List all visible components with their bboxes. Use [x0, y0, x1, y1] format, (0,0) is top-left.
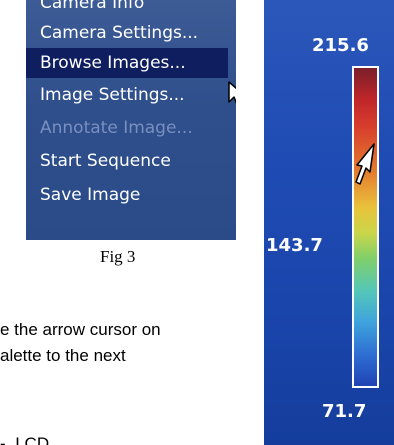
color-palette-bar[interactable]: [352, 66, 379, 388]
document-page: Camera Info Camera Settings... Browse Im…: [0, 0, 394, 445]
palette-screenshot: 215.6 143.7 71.7: [264, 0, 394, 445]
menu-item-camera-settings[interactable]: Camera Settings...: [26, 18, 236, 48]
figure-caption: Fig 3: [100, 247, 136, 266]
menu-item-save-image[interactable]: Save Image: [26, 180, 236, 210]
body-text-line: -. I CD: [0, 434, 50, 445]
arrow-cursor-icon: [355, 143, 375, 185]
menu-item-start-sequence[interactable]: Start Sequence: [26, 146, 236, 176]
palette-mid-label: 143.7: [266, 235, 323, 256]
body-text-line: e the arrow cursor on: [0, 320, 161, 339]
palette-max-label: 215.6: [312, 35, 369, 56]
body-text-line: alette to the next: [0, 346, 126, 365]
menu-item-camera-info[interactable]: Camera Info: [26, 0, 236, 18]
arrow-cursor-icon: [228, 81, 236, 105]
camera-menu-screenshot: Camera Info Camera Settings... Browse Im…: [26, 0, 236, 240]
menu-item-annotate-image: Annotate Image...: [40, 118, 193, 138]
menu-item-browse-images[interactable]: Browse Images...: [26, 48, 228, 78]
menu-item-image-settings[interactable]: Image Settings...: [26, 80, 236, 110]
palette-min-label: 71.7: [322, 401, 367, 422]
